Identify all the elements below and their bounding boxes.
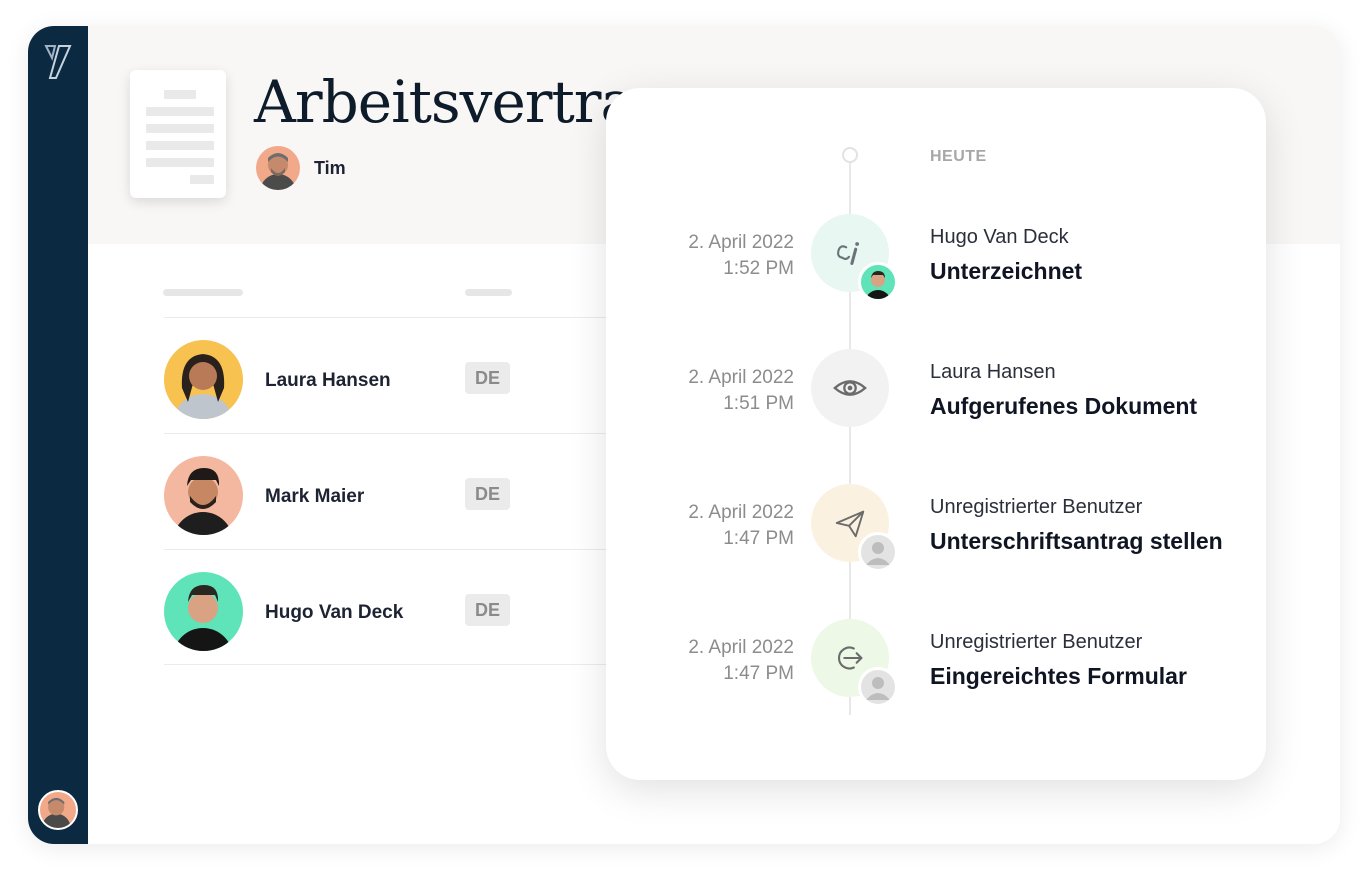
timeline-event: 2. April 2022 1:47 PM Unregistrierter Be… (606, 619, 1266, 729)
recipient-avatar (164, 340, 243, 419)
timeline-event: 2. April 2022 1:47 PM Unregistrierter Be… (606, 484, 1266, 594)
sidebar (28, 26, 88, 844)
recipient-name: Hugo Van Deck (265, 602, 404, 623)
column-header-language (465, 289, 512, 296)
event-actor: Laura Hansen (930, 361, 1056, 383)
owner-avatar (256, 146, 300, 190)
document-thumbnail[interactable] (130, 70, 226, 198)
event-action: Eingereichtes Formular (930, 663, 1187, 689)
event-actor: Hugo Van Deck (930, 226, 1069, 248)
user-placeholder-icon (858, 667, 898, 707)
event-action: Unterzeichnet (930, 258, 1083, 284)
timeline-event: 2. April 2022 1:51 PM Laura Hansen Aufge… (606, 349, 1266, 459)
eye-icon (833, 380, 867, 396)
language-badge: DE (465, 362, 510, 394)
column-header-name (163, 289, 243, 296)
recipient-name: Laura Hansen (265, 370, 391, 391)
app-logo-icon[interactable] (44, 42, 74, 82)
event-time: 1:52 PM (723, 258, 794, 279)
event-date: 2. April 2022 (688, 367, 794, 388)
event-date: 2. April 2022 (688, 637, 794, 658)
event-date: 2. April 2022 (688, 502, 794, 523)
event-time: 1:51 PM (723, 393, 794, 414)
event-action: Aufgerufenes Dokument (930, 393, 1198, 419)
submit-arrow-icon (837, 646, 863, 670)
actor-avatar (858, 262, 898, 302)
language-badge: DE (465, 594, 510, 626)
event-action: Unterschriftsantrag stellen (930, 528, 1223, 554)
event-timestamp: 2. April 2022 1:52 PM (688, 230, 794, 282)
document-owner: Tim (256, 146, 346, 190)
signature-icon (837, 242, 860, 265)
event-time: 1:47 PM (723, 528, 794, 549)
current-user-avatar[interactable] (38, 790, 78, 830)
timeline-event: 2. April 2022 1:52 PM Hugo Van Deck Unte… (606, 214, 1266, 324)
language-badge: DE (465, 478, 510, 510)
timeline-start-marker (842, 147, 858, 163)
recipient-avatar (164, 456, 243, 535)
event-actor: Unregistrierter Benutzer (930, 496, 1143, 518)
owner-name: Tim (314, 157, 346, 178)
event-time: 1:47 PM (723, 663, 794, 684)
event-actor: Unregistrierter Benutzer (930, 631, 1143, 653)
timeline-today-label: HEUTE (930, 148, 987, 165)
event-icon-circle (811, 349, 889, 427)
activity-timeline-card: HEUTE 2. April 2022 1:52 PM Hugo Van Dec… (606, 88, 1266, 780)
event-timestamp: 2. April 2022 1:47 PM (688, 635, 794, 687)
user-placeholder-icon (858, 532, 898, 572)
recipient-name: Mark Maier (265, 486, 365, 507)
event-timestamp: 2. April 2022 1:47 PM (688, 500, 794, 552)
event-date: 2. April 2022 (688, 232, 794, 253)
recipient-avatar (164, 572, 243, 651)
paper-plane-icon (835, 510, 865, 538)
event-timestamp: 2. April 2022 1:51 PM (688, 365, 794, 417)
